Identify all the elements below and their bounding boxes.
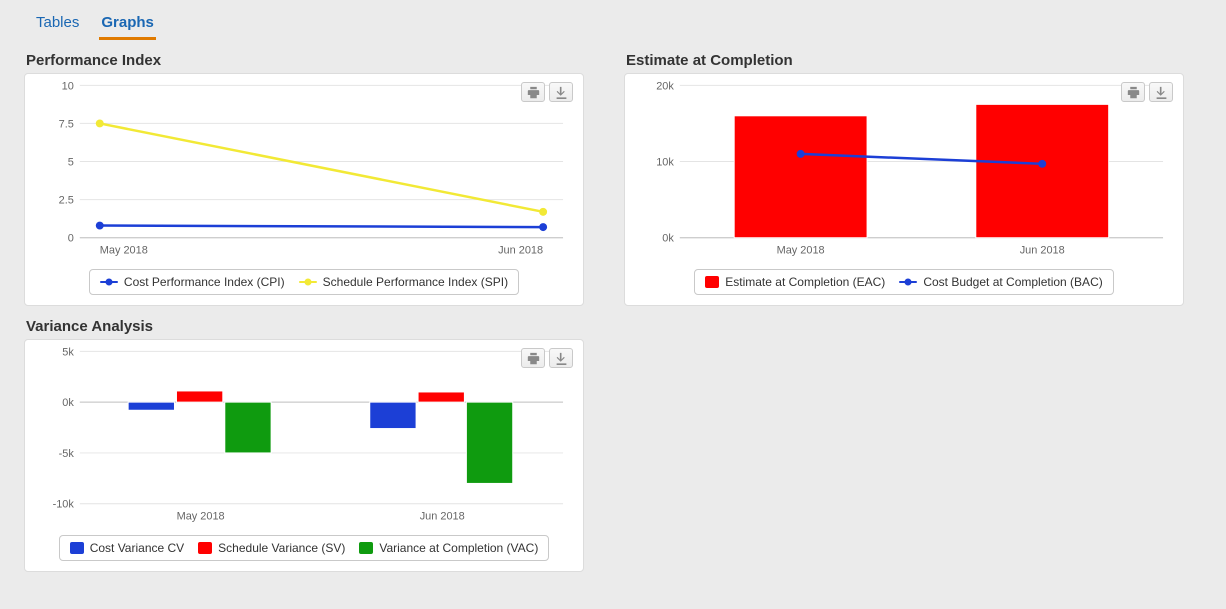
panel-title-performance: Performance Index	[26, 52, 584, 69]
legend-swatch-cv	[70, 542, 84, 554]
svg-text:20k: 20k	[656, 80, 674, 92]
svg-text:Jun 2018: Jun 2018	[1020, 245, 1065, 257]
tab-graphs[interactable]: Graphs	[99, 10, 156, 40]
print-icon	[527, 86, 540, 99]
legend-swatch-bac	[899, 281, 917, 283]
legend-label-bac: Cost Budget at Completion (BAC)	[923, 275, 1102, 289]
card-eac: 0k 10k 20k May 2018 Jun 2018 Estimate at Com…	[624, 73, 1184, 306]
card-variance: -10k -5k 0k 5k May 2018 Jun 2018 Cost Varianc…	[24, 339, 584, 572]
print-button[interactable]	[521, 82, 545, 102]
svg-text:0: 0	[68, 233, 74, 245]
download-icon	[1155, 86, 1168, 99]
svg-text:-5k: -5k	[59, 448, 75, 460]
legend-item-vac[interactable]: Variance at Completion (VAC)	[359, 541, 538, 555]
legend-variance: Cost Variance CV Schedule Variance (SV) …	[59, 535, 550, 561]
legend-label-cv: Cost Variance CV	[90, 541, 184, 555]
download-icon	[555, 86, 568, 99]
svg-text:-10k: -10k	[53, 499, 75, 511]
legend-swatch-cpi	[100, 281, 118, 283]
legend-item-bac[interactable]: Cost Budget at Completion (BAC)	[899, 275, 1102, 289]
panel-title-variance: Variance Analysis	[26, 318, 584, 335]
svg-text:Jun 2018: Jun 2018	[420, 511, 465, 523]
svg-text:0k: 0k	[62, 397, 74, 409]
svg-text:5k: 5k	[62, 346, 74, 358]
tabs-bar: Tables Graphs	[24, 8, 1202, 40]
legend-swatch-sv	[198, 542, 212, 554]
legend-label-eac: Estimate at Completion (EAC)	[725, 275, 885, 289]
legend-item-spi[interactable]: Schedule Performance Index (SPI)	[299, 275, 508, 289]
chart-variance: -10k -5k 0k 5k May 2018 Jun 2018	[35, 346, 573, 526]
chart-performance: 0 2.5 5 7.5 10 May 2018 Jun 2018	[35, 80, 573, 260]
legend-item-eac[interactable]: Estimate at Completion (EAC)	[705, 275, 885, 289]
tab-tables[interactable]: Tables	[34, 10, 81, 40]
print-button[interactable]	[1121, 82, 1145, 102]
panel-title-eac: Estimate at Completion	[626, 52, 1184, 69]
legend-eac: Estimate at Completion (EAC) Cost Budget…	[694, 269, 1113, 295]
svg-text:2.5: 2.5	[59, 195, 74, 207]
legend-label-sv: Schedule Variance (SV)	[218, 541, 345, 555]
svg-text:5: 5	[68, 157, 74, 169]
card-performance-index: 0 2.5 5 7.5 10 May 2018 Jun 2018 Cost Performa…	[24, 73, 584, 306]
print-button[interactable]	[521, 348, 545, 368]
legend-label-vac: Variance at Completion (VAC)	[379, 541, 538, 555]
svg-text:7.5: 7.5	[59, 118, 74, 130]
svg-text:May 2018: May 2018	[100, 245, 148, 257]
legend-performance: Cost Performance Index (CPI) Schedule Pe…	[89, 269, 519, 295]
svg-text:Jun 2018: Jun 2018	[498, 245, 543, 257]
legend-label-spi: Schedule Performance Index (SPI)	[323, 275, 508, 289]
download-button[interactable]	[549, 82, 573, 102]
legend-label-cpi: Cost Performance Index (CPI)	[124, 275, 285, 289]
download-icon	[555, 352, 568, 365]
svg-text:May 2018: May 2018	[777, 245, 825, 257]
legend-item-sv[interactable]: Schedule Variance (SV)	[198, 541, 345, 555]
legend-item-cv[interactable]: Cost Variance CV	[70, 541, 184, 555]
legend-swatch-vac	[359, 542, 373, 554]
svg-text:10: 10	[62, 80, 74, 92]
download-button[interactable]	[549, 348, 573, 368]
chart-eac: 0k 10k 20k May 2018 Jun 2018	[635, 80, 1173, 260]
svg-text:0k: 0k	[662, 233, 674, 245]
download-button[interactable]	[1149, 82, 1173, 102]
svg-text:10k: 10k	[656, 157, 674, 169]
legend-swatch-eac	[705, 276, 719, 288]
legend-swatch-spi	[299, 281, 317, 283]
print-icon	[527, 352, 540, 365]
print-icon	[1127, 86, 1140, 99]
svg-text:May 2018: May 2018	[177, 511, 225, 523]
legend-item-cpi[interactable]: Cost Performance Index (CPI)	[100, 275, 285, 289]
